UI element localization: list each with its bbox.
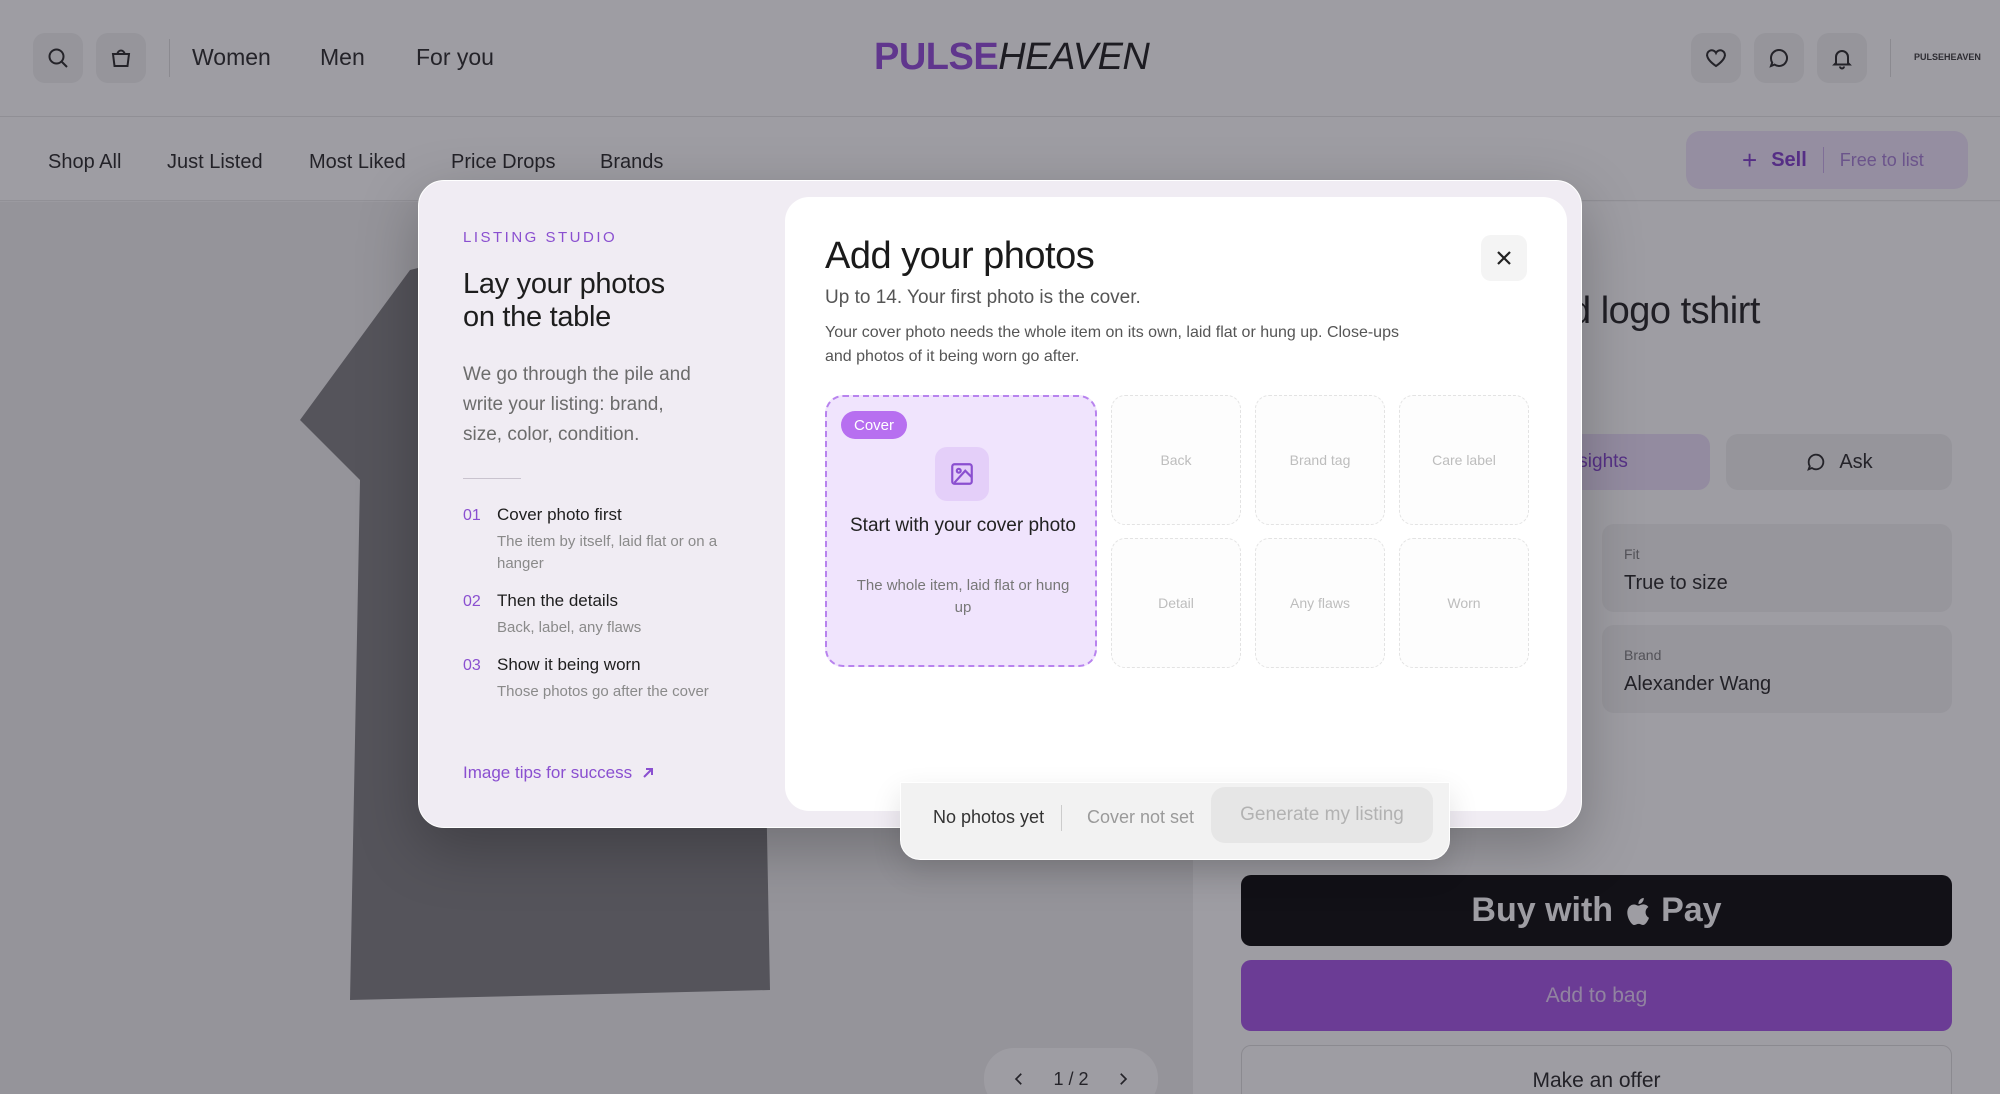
upload-instructions: Your cover photo needs the whole item on…	[825, 324, 1399, 365]
cover-hint: The whole item, laid flat or hung up	[856, 577, 1070, 616]
upload-subtitle: Up to 14. Your first photo is the cover.	[825, 287, 1141, 308]
cover-prompt: Start with your cover photo	[850, 515, 1076, 536]
footer-divider	[1061, 805, 1062, 831]
step-item: 03 Show it being worn Those photos go af…	[463, 655, 763, 703]
upload-title: Add your photos	[825, 235, 1095, 277]
step-title: Cover photo first	[497, 505, 622, 524]
step-title: Show it being worn	[497, 655, 641, 674]
step-number: 03	[463, 657, 481, 674]
cover-badge: Cover	[841, 411, 908, 439]
generate-listing-button[interactable]: Generate my listing	[1211, 787, 1433, 843]
step-item: 01 Cover photo first The item by itself,…	[463, 505, 763, 575]
step-item: 02 Then the details Back, label, any fla…	[463, 591, 763, 639]
studio-title: Lay your photos on the table	[463, 268, 665, 333]
image-icon	[935, 447, 989, 501]
photo-slot-worn[interactable]: Worn	[1399, 538, 1529, 668]
listing-studio-modal: LISTING STUDIO Lay your photos on the ta…	[418, 180, 1582, 828]
image-tips-link[interactable]: Image tips for success	[463, 763, 654, 783]
close-icon	[1497, 251, 1511, 265]
cover-photo-dropzone[interactable]: Cover Start with your cover photo The wh…	[825, 395, 1097, 667]
step-subtitle: Those photos go after the cover	[497, 683, 709, 700]
arrow-up-right-icon	[643, 768, 654, 778]
step-subtitle: The item by itself, laid flat or on a ha…	[497, 533, 718, 572]
studio-divider	[463, 478, 521, 479]
studio-eyebrow: LISTING STUDIO	[463, 229, 618, 246]
photo-slot-care-label[interactable]: Care label	[1399, 395, 1529, 525]
photo-slot-brand-tag[interactable]: Brand tag	[1255, 395, 1385, 525]
step-number: 01	[463, 507, 481, 524]
photo-slot-detail[interactable]: Detail	[1111, 538, 1241, 668]
photos-status: No photos yet	[933, 807, 1045, 827]
listing-footer-bar: No photos yet Cover not set Generate my …	[900, 782, 1450, 860]
step-title: Then the details	[497, 591, 618, 610]
image-tips-label: Image tips for success	[463, 763, 633, 782]
studio-guide: LISTING STUDIO Lay your photos on the ta…	[463, 229, 763, 703]
photo-slot-back[interactable]: Back	[1111, 395, 1241, 525]
close-button[interactable]	[1481, 235, 1527, 281]
step-number: 02	[463, 593, 481, 610]
studio-description: We go through the pile and write your li…	[463, 364, 691, 445]
cover-status: Cover not set	[1087, 807, 1195, 827]
upload-card: Add your photos Up to 14. Your first pho…	[785, 197, 1567, 811]
photo-slot-any-flaws[interactable]: Any flaws	[1255, 538, 1385, 668]
step-subtitle: Back, label, any flaws	[497, 619, 642, 636]
